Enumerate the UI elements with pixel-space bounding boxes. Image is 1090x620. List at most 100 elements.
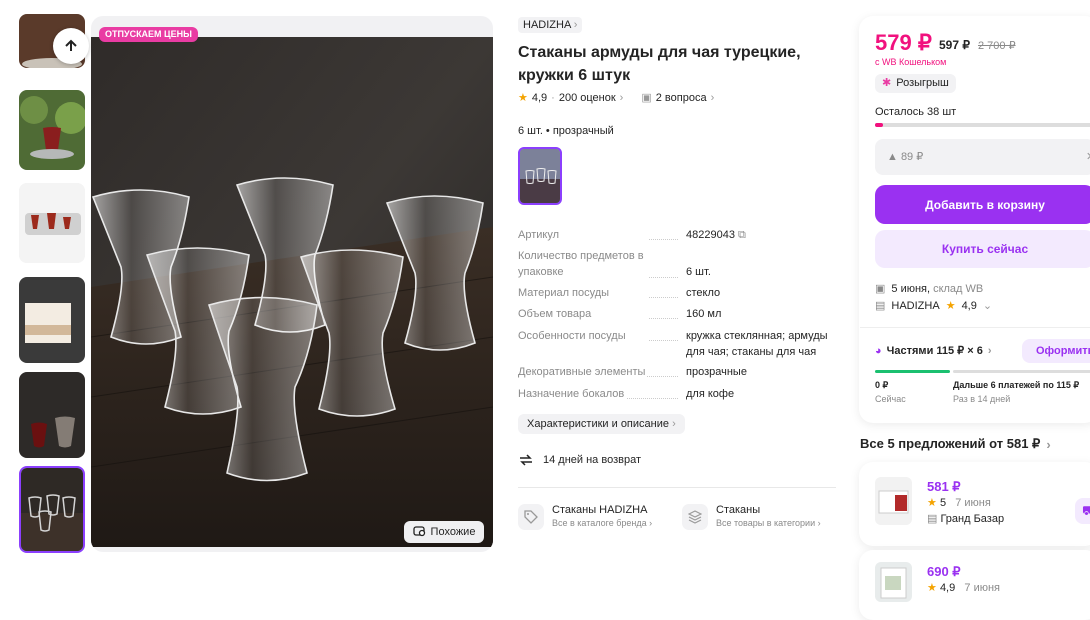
- thumbnail[interactable]: [19, 372, 85, 458]
- thumbnail[interactable]: [19, 277, 85, 363]
- store-icon: ▤: [875, 300, 886, 312]
- returns-label: 14 дней на возврат: [543, 454, 641, 466]
- divider: [518, 487, 836, 488]
- layers-icon: [682, 504, 708, 530]
- arrow-up-icon: [65, 39, 77, 51]
- delivery-date: 5 июня,: [891, 282, 931, 295]
- spec-key: Материал посуды: [518, 285, 648, 301]
- brand-catalog-link[interactable]: Стаканы HADIZHA Все в каталоге бренда ›: [518, 504, 652, 530]
- scroll-up-button[interactable]: [53, 28, 89, 64]
- installment-now-label: Сейчас: [875, 394, 906, 404]
- wallet-note[interactable]: с WB Кошельком: [875, 57, 946, 67]
- price-alert-value: ▲ 89 ₽: [887, 151, 924, 163]
- add-to-cart-button[interactable]: Добавить в корзину: [875, 185, 1090, 224]
- price-wallet: 579 ₽: [875, 30, 932, 55]
- similar-button[interactable]: Похожие: [404, 521, 484, 543]
- store-icon: ▤: [927, 513, 938, 525]
- offer-rating: 5: [939, 497, 947, 509]
- thumbnail[interactable]: [19, 183, 85, 263]
- brand-name: HADIZHA: [523, 19, 571, 31]
- seller-info[interactable]: ▤ HADIZHA ★ 4,9 ⌄: [875, 299, 993, 313]
- spec-value: кружка стеклянная; армуды для чая; стака…: [686, 330, 828, 358]
- offer-cart-button[interactable]: ⛟: [1075, 498, 1090, 524]
- characteristics-button[interactable]: Характеристики и описание ›: [518, 414, 685, 434]
- offer-price: 581 ₽: [927, 479, 961, 494]
- chevron-right-icon: ›: [573, 19, 578, 31]
- variant-label: 6 шт. • прозрачный: [518, 125, 614, 137]
- delivery-info: ▣ 5 июня, склад WB: [875, 282, 984, 296]
- installment-icon: ◕: [875, 344, 882, 357]
- offers-title-label: Все 5 предложений от 581 ₽: [860, 436, 1041, 451]
- offer-price: 690 ₽: [927, 564, 961, 579]
- star-icon: ★: [945, 300, 956, 312]
- spec-key: Количество предметов в упаковке: [518, 248, 648, 280]
- returns-info[interactable]: 14 дней на возврат: [518, 452, 641, 468]
- chevron-right-icon: ›: [710, 91, 715, 104]
- spec-key: Назначение бокалов: [518, 386, 626, 402]
- article-number: 48229043: [686, 229, 735, 241]
- installment-next-label: Раз в 14 дней: [953, 394, 1011, 404]
- installment-button[interactable]: Оформить: [1022, 339, 1090, 363]
- spec-value: 6 шт.: [686, 266, 711, 278]
- installment-label: Частями 115 ₽ × 6: [886, 345, 983, 357]
- product-title: Стаканы армуды для чая турецкие, кружки …: [518, 44, 801, 84]
- characteristics-label: Характеристики и описание: [527, 418, 669, 430]
- cart-icon: ⛟: [1082, 503, 1090, 518]
- copy-icon[interactable]: ⧉: [738, 229, 746, 241]
- star-icon: ★: [518, 92, 528, 104]
- chevron-right-icon: ›: [672, 418, 676, 430]
- spec-value: 48229043 ⧉: [686, 227, 838, 243]
- star-icon: ★: [927, 497, 937, 509]
- rating-row: ★ 4,9 · 200 оценок › ▣ 2 вопроса ›: [518, 91, 715, 105]
- similar-label: Похожие: [430, 526, 476, 538]
- chevron-right-icon: ›: [1046, 436, 1051, 452]
- lottery-label: Розыгрыш: [896, 77, 949, 89]
- spec-key: Особенности посуды: [518, 328, 648, 344]
- brand-catalog-title: Стаканы HADIZHA: [552, 504, 648, 516]
- question-icon: ▣: [641, 92, 652, 104]
- promo-badge: ОТПУСКАЕМ ЦЕНЫ: [99, 27, 198, 42]
- thumbnail[interactable]: [19, 90, 85, 170]
- price-alert-field[interactable]: ▲ 89 ₽ ✕: [875, 139, 1090, 175]
- offer-seller: Гранд Базар: [940, 513, 1005, 525]
- brand-link[interactable]: HADIZHA ›: [518, 17, 583, 33]
- spec-value: 160 мл: [686, 308, 722, 320]
- offer-image: [875, 477, 912, 525]
- installment-now-amount: 0 ₽: [875, 380, 889, 390]
- stock-left: Осталось 38 шт: [875, 106, 957, 118]
- thumbnail-selected[interactable]: [19, 466, 85, 553]
- installment-next-amount: Дальше 6 платежей по 115 ₽: [953, 380, 1080, 390]
- gift-icon: ✱: [882, 77, 892, 89]
- installment-info[interactable]: ◕ Частями 115 ₽ × 6 ›: [875, 344, 992, 358]
- offers-title[interactable]: Все 5 предложений от 581 ₽ ›: [860, 436, 1051, 452]
- offer-image: [875, 562, 912, 602]
- star-icon: ★: [927, 582, 937, 594]
- return-icon: [520, 454, 532, 466]
- brand-catalog-sub: Все в каталоге бренда ›: [552, 518, 653, 528]
- stock-bar-fill: [875, 123, 883, 127]
- variant-thumbnail[interactable]: [518, 147, 562, 205]
- close-icon[interactable]: ✕: [1086, 139, 1090, 175]
- reviews-link[interactable]: 200 оценок: [559, 92, 616, 104]
- stock-bar: [875, 123, 1090, 127]
- chevron-right-icon: ›: [619, 91, 624, 104]
- installment-bar-now: [875, 370, 950, 373]
- main-product-image[interactable]: [91, 16, 493, 552]
- tag-icon: [518, 504, 544, 530]
- similar-icon: [412, 526, 425, 537]
- offer-date: 7 июня: [964, 582, 1001, 594]
- seller-name: HADIZHA: [891, 299, 940, 312]
- spec-value: стекло: [686, 287, 721, 299]
- spec-key: Декоративные элементы: [518, 364, 646, 380]
- lottery-badge[interactable]: ✱ Розыгрыш: [875, 74, 956, 93]
- installment-bar-next: [953, 370, 1090, 373]
- chevron-down-icon: ⌄: [982, 300, 993, 312]
- category-sub: Все товары в категории ›: [716, 518, 821, 528]
- questions-link[interactable]: 2 вопроса: [656, 92, 707, 104]
- price-old: 2 700 ₽: [978, 40, 1016, 52]
- offer-date: 7 июня: [955, 497, 991, 509]
- box-icon: ▣: [875, 283, 886, 295]
- delivery-warehouse: склад WB: [933, 282, 984, 295]
- buy-now-button[interactable]: Купить сейчас: [875, 230, 1090, 268]
- category-link[interactable]: Стаканы Все товары в категории ›: [682, 504, 821, 530]
